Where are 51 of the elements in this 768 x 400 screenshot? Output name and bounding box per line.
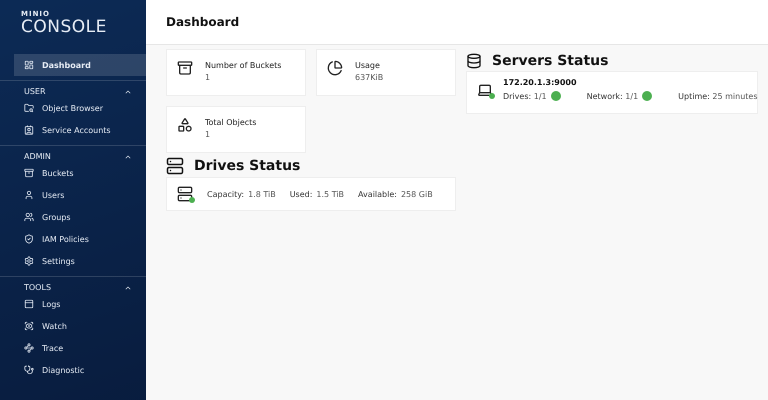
section-title: USER bbox=[24, 87, 46, 96]
page-title: Dashboard bbox=[146, 0, 768, 45]
sidebar-item[interactable]: Users bbox=[14, 184, 146, 206]
nav-icon bbox=[24, 321, 34, 331]
sidebar-item[interactable]: Watch bbox=[14, 315, 146, 337]
nav-icon bbox=[24, 299, 34, 309]
stat-label: Number of Buckets bbox=[205, 60, 282, 72]
laptop-status-icon bbox=[477, 82, 493, 98]
drive-field: Available: 258 GiB bbox=[358, 190, 433, 198]
stat-label: Usage bbox=[355, 60, 381, 72]
nav-icon bbox=[24, 60, 34, 70]
sidebar-item[interactable]: Service Accounts bbox=[14, 119, 146, 141]
sidebar-item[interactable]: Object Browser bbox=[14, 97, 146, 119]
server-field: Network: 1/1 bbox=[586, 92, 638, 100]
stat-value: 1 bbox=[205, 72, 212, 84]
section-title: ADMIN bbox=[24, 152, 51, 161]
database-icon bbox=[466, 53, 482, 69]
nav-icon bbox=[24, 168, 34, 178]
stat-label: Total Objects bbox=[205, 117, 256, 129]
server-field: Drives: 1/1 bbox=[503, 92, 547, 100]
sidebar-item[interactable]: Logs bbox=[14, 293, 146, 315]
drive-field: Capacity: 1.8 TiB bbox=[207, 190, 276, 198]
sidebar-item[interactable]: Diagnostic bbox=[14, 359, 146, 381]
stat-value: 1 bbox=[205, 129, 212, 141]
sidebar-item[interactable]: Dashboard bbox=[14, 54, 146, 76]
sidebar-item[interactable]: Buckets bbox=[14, 162, 146, 184]
nav-icon bbox=[24, 103, 34, 113]
server-field: Uptime: 25 minutes bbox=[678, 92, 758, 100]
nav-icon bbox=[24, 125, 34, 135]
drive-status-icon bbox=[177, 186, 193, 202]
section-heading: Drives Status bbox=[194, 158, 300, 174]
sidebar-item[interactable]: Groups bbox=[14, 206, 146, 228]
section-title: TOOLS bbox=[24, 283, 52, 292]
stat-value: 637KiB bbox=[355, 72, 384, 84]
nav-icon bbox=[24, 234, 34, 244]
stat-icon bbox=[177, 117, 193, 133]
sidebar-item[interactable]: Settings bbox=[14, 250, 146, 272]
stat-icon bbox=[327, 60, 343, 76]
nav-icon bbox=[24, 212, 34, 222]
nav-icon bbox=[24, 343, 34, 353]
server-host: 172.20.1.3:9000 bbox=[503, 78, 578, 87]
drive-field: Used: 1.5 TiB bbox=[290, 190, 344, 198]
nav-icon bbox=[24, 256, 34, 266]
nav-icon bbox=[24, 365, 34, 375]
server-stack-icon bbox=[166, 157, 184, 175]
sidebar-item[interactable]: Trace bbox=[14, 337, 146, 359]
section-heading: Servers Status bbox=[492, 53, 608, 69]
sidebar-item[interactable]: IAM Policies bbox=[14, 228, 146, 250]
logo-text: CONSOLE bbox=[21, 18, 108, 36]
stat-icon bbox=[177, 60, 193, 76]
nav-icon bbox=[24, 190, 34, 200]
